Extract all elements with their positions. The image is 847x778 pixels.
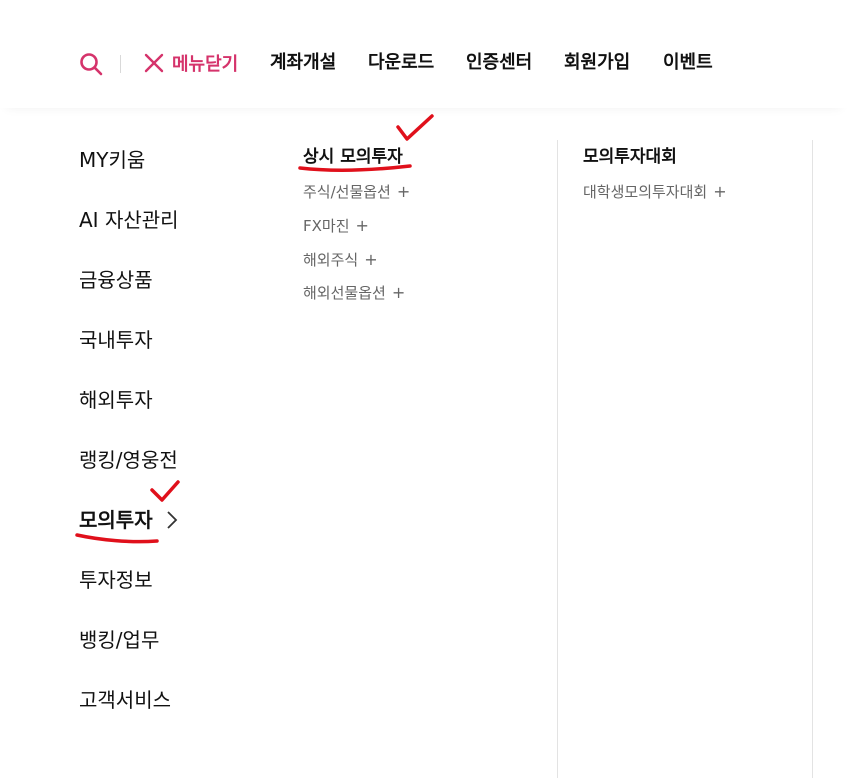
annotation-overlay xyxy=(75,114,434,544)
underline-annotation xyxy=(298,164,412,172)
checkmark-annotation xyxy=(396,114,434,141)
underline-annotation xyxy=(75,533,159,544)
checkmark-annotation xyxy=(150,480,180,502)
